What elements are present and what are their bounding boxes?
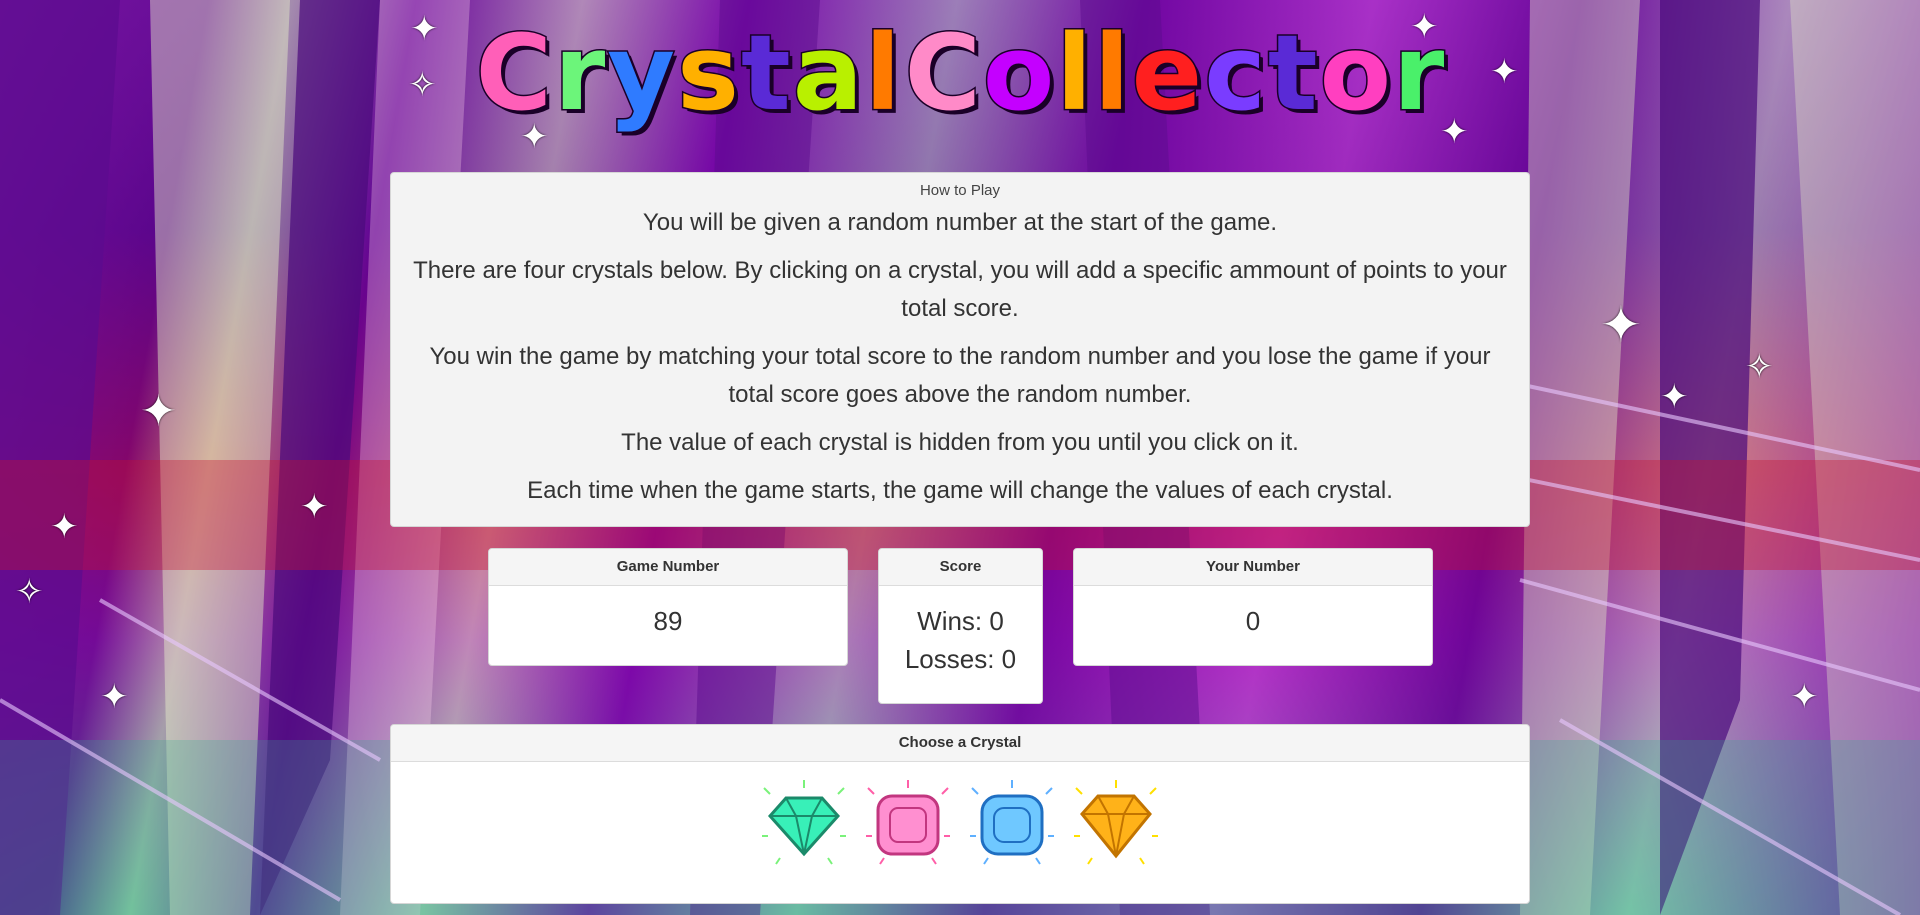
instruction-paragraph: You win the game by matching your total … <box>429 343 1491 408</box>
title-letter: e <box>1130 12 1204 134</box>
orange-crystal[interactable] <box>1068 776 1164 872</box>
how-to-play-heading: How to Play <box>919 182 1001 199</box>
score-heading: Score <box>879 549 1042 586</box>
how-to-play-panel: How to Play You will be given a random n… <box>390 172 1530 527</box>
pink-crystal[interactable] <box>860 776 956 872</box>
sparkle-icon: ✧ <box>15 573 44 611</box>
title-letter: C <box>474 12 553 134</box>
title-letter: r <box>1392 12 1446 134</box>
score-panel: Score Wins: 0 Losses: 0 <box>878 548 1043 704</box>
game-number-value: 89 <box>653 606 683 636</box>
green-crystal[interactable] <box>756 776 852 872</box>
sparkle-icon: ✦ <box>410 10 439 48</box>
sparkle-icon: ✦ <box>1660 378 1689 416</box>
title-letter: y <box>606 12 677 134</box>
wins-count: Wins: 0 <box>917 606 1004 636</box>
sparkle-icon: ✦ <box>100 678 129 716</box>
sparkle-icon: ✦ <box>1600 297 1642 353</box>
your-number-heading: Your Number <box>1074 549 1432 586</box>
blue-crystal[interactable] <box>964 776 1060 872</box>
crystal-row <box>391 762 1529 872</box>
sparkle-icon: ✦ <box>1790 678 1819 716</box>
title-letter: c <box>1203 12 1268 134</box>
your-number-value: 0 <box>1245 606 1261 636</box>
game-number-heading: Game Number <box>489 549 847 586</box>
game-number-panel: Game Number 89 <box>488 548 848 666</box>
choose-crystal-panel: Choose a Crystal <box>390 724 1530 904</box>
sparkle-icon: ✧ <box>1745 348 1774 386</box>
sparkle-icon: ✦ <box>50 508 79 546</box>
instruction-paragraph: Each time when the game starts, the game… <box>527 477 1393 504</box>
title-letter: l <box>1055 12 1094 134</box>
title-letter: o <box>981 12 1055 134</box>
sparkle-icon: ✧ <box>408 66 437 104</box>
sparkle-icon: ✦ <box>140 387 177 436</box>
title-letter: r <box>552 12 606 134</box>
title-letter: o <box>1318 12 1392 134</box>
game-title-logo: CrystalCollector <box>474 8 1446 138</box>
choose-crystal-heading: Choose a Crystal <box>391 725 1529 762</box>
title-letter: C <box>903 12 982 134</box>
your-number-panel: Your Number 0 <box>1073 548 1433 666</box>
losses-count: Losses: 0 <box>904 644 1017 674</box>
title-letter: l <box>1093 12 1132 134</box>
instruction-paragraph: There are four crystals below. By clicki… <box>413 257 1507 322</box>
title-letter: a <box>791 12 864 134</box>
title-letter: s <box>676 12 741 134</box>
title-letter: t <box>1266 12 1319 134</box>
title-letter: t <box>740 12 793 134</box>
instruction-paragraph: The value of each crystal is hidden from… <box>621 429 1299 456</box>
sparkle-icon: ✦ <box>1490 53 1519 91</box>
title-letter: l <box>863 12 902 134</box>
instruction-paragraph: You will be given a random number at the… <box>642 209 1278 236</box>
sparkle-icon: ✦ <box>300 488 329 526</box>
